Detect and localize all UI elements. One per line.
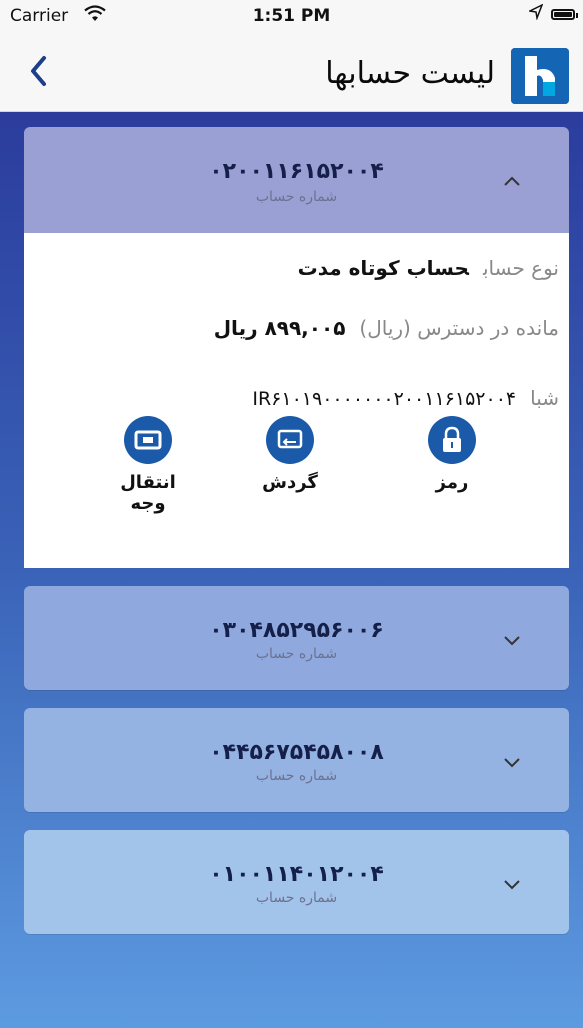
turnover-icon bbox=[266, 416, 314, 464]
status-bar: Carrier 1:51 PM bbox=[0, 0, 583, 34]
account-header[interactable]: ۰۲۰۰۱۱۶۱۵۲۰۰۴ شماره حساب bbox=[24, 127, 569, 233]
back-chevron-icon[interactable] bbox=[28, 54, 50, 88]
balance-row: مانده در دسترس (ریال) ۸۹۹,۰۰۵ ریال bbox=[214, 316, 559, 340]
transfer-icon bbox=[124, 416, 172, 464]
bank-logo bbox=[511, 48, 569, 104]
balance-value: ۸۹۹,۰۰۵ ریال bbox=[213, 316, 346, 340]
chevron-down-icon[interactable] bbox=[498, 626, 526, 654]
sheba-label: شبا bbox=[530, 386, 559, 410]
account-type-label: نوع حساب bbox=[482, 256, 559, 280]
account-number: ۰۳۰۴۸۵۲۹۵۶۰۰۶ bbox=[209, 618, 384, 643]
password-button[interactable]: رمز bbox=[412, 416, 492, 493]
account-header[interactable]: ۰۳۰۴۸۵۲۹۵۶۰۰۶ شماره حساب bbox=[24, 586, 569, 690]
account-caption: شماره حساب bbox=[255, 768, 338, 784]
navigation-bar: لیست حسابها bbox=[0, 34, 583, 112]
turnover-button[interactable]: گردش bbox=[250, 416, 330, 493]
account-header[interactable]: ۰۱۰۰۱۱۴۰۱۲۰۰۴ شماره حساب bbox=[24, 830, 569, 934]
location-icon bbox=[529, 4, 543, 20]
transfer-button[interactable]: انتقال وجه bbox=[108, 416, 188, 514]
account-number: ۰۲۰۰۱۱۶۱۵۲۰۰۴ bbox=[209, 159, 384, 184]
page-title: لیست حسابها bbox=[325, 56, 495, 91]
password-label: رمز bbox=[435, 472, 469, 493]
balance-label: مانده در دسترس (ریال) bbox=[359, 316, 559, 340]
account-caption: شماره حساب bbox=[255, 890, 338, 906]
lock-icon bbox=[428, 416, 476, 464]
account-type-value: حساب کوتاه مدت bbox=[297, 256, 469, 280]
chevron-down-icon[interactable] bbox=[498, 870, 526, 898]
battery-icon bbox=[551, 9, 578, 20]
chevron-up-icon[interactable] bbox=[498, 167, 526, 195]
account-number: ۰۴۴۵۶۷۵۴۵۸۰۰۸ bbox=[209, 740, 384, 765]
account-type-row: نوع حساب حساب کوتاه مدت bbox=[298, 256, 559, 280]
account-caption: شماره حساب bbox=[255, 646, 338, 662]
account-number: ۰۱۰۰۱۱۴۰۱۲۰۰۴ bbox=[209, 862, 384, 887]
account-caption: شماره حساب bbox=[255, 189, 338, 205]
chevron-down-icon[interactable] bbox=[498, 748, 526, 776]
turnover-label: گردش bbox=[262, 472, 318, 493]
clock: 1:51 PM bbox=[252, 6, 331, 26]
sheba-value: IR۶۱۰۱۹۰۰۰۰۰۰۰۲۰۰۱۱۶۱۵۲۰۰۴ bbox=[252, 388, 517, 410]
sheba-row: شبا IR۶۱۰۱۹۰۰۰۰۰۰۰۲۰۰۱۱۶۱۵۲۰۰۴ bbox=[252, 386, 559, 410]
transfer-label: انتقال وجه bbox=[120, 472, 176, 514]
account-header[interactable]: ۰۴۴۵۶۷۵۴۵۸۰۰۸ شماره حساب bbox=[24, 708, 569, 812]
